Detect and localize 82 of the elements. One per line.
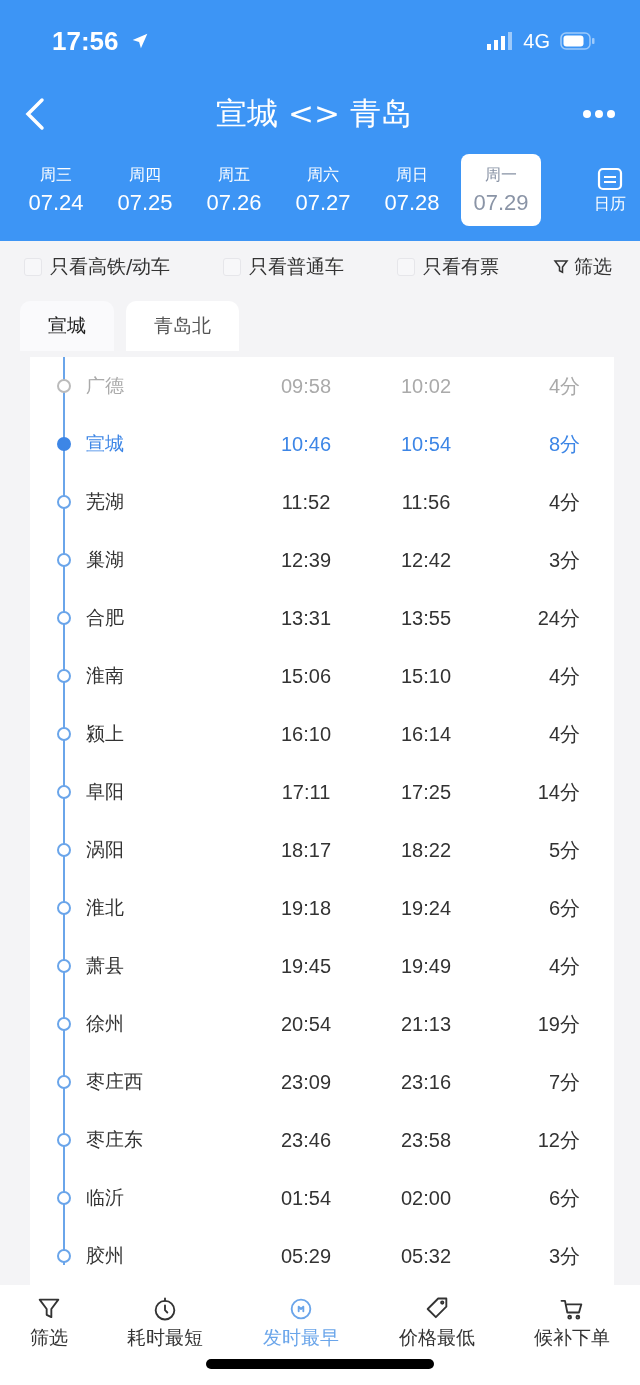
stay-duration: 14分 <box>536 779 581 805</box>
stay-duration: 19分 <box>536 1011 581 1037</box>
station-name: 徐州 <box>86 1011 125 1037</box>
station-name: 广德 <box>86 373 125 399</box>
arrive-time: 19:45 <box>279 954 333 978</box>
more-button[interactable] <box>582 109 616 119</box>
stay-duration: 24分 <box>536 605 581 631</box>
depart-time: 10:02 <box>399 374 453 398</box>
sort-tab[interactable]: 耗时最短 <box>127 1295 204 1352</box>
depart-time: 11:56 <box>400 490 452 514</box>
stay-duration: 6分 <box>547 895 581 921</box>
depart-time: 19:49 <box>399 954 453 978</box>
arrive-time: 23:09 <box>279 1070 333 1094</box>
filter-button[interactable]: 筛选 <box>552 254 612 281</box>
arrive-time: 15:06 <box>279 664 333 688</box>
stay-duration: 5分 <box>547 837 581 863</box>
arrive-time: 12:39 <box>279 548 333 572</box>
arrive-time: 23:46 <box>279 1128 333 1152</box>
stay-duration: 3分 <box>547 547 581 573</box>
station-name: 淮北 <box>86 895 125 921</box>
battery-icon <box>560 31 596 51</box>
station-tab[interactable]: 青岛北 <box>126 301 239 352</box>
station-name: 合肥 <box>86 605 125 631</box>
station-name: 枣庄西 <box>86 1069 144 1095</box>
filter-checkbox[interactable]: 只看有票 <box>397 254 500 281</box>
stay-duration: 12分 <box>536 1127 581 1153</box>
stay-duration: 4分 <box>547 663 581 689</box>
station-name: 阜阳 <box>86 779 125 805</box>
arrive-time: 16:10 <box>279 722 333 746</box>
arrive-time: 09:58 <box>279 374 333 398</box>
depart-time: 05:32 <box>399 1244 453 1268</box>
station-name: 芜湖 <box>86 489 125 515</box>
stay-duration: 3分 <box>547 1243 581 1269</box>
stay-duration: 6分 <box>547 1185 581 1211</box>
arrive-time: 19:18 <box>279 896 333 920</box>
stay-duration: 4分 <box>547 373 581 399</box>
signal-icon <box>487 32 514 50</box>
sort-tab[interactable]: 价格最低 <box>398 1295 475 1352</box>
depart-time: 23:58 <box>399 1128 453 1152</box>
arrive-time: 11:52 <box>280 490 332 514</box>
stay-duration: 8分 <box>547 431 581 457</box>
depart-time: 12:42 <box>399 548 453 572</box>
station-name: 巢湖 <box>86 547 125 573</box>
arrive-time: 01:54 <box>279 1186 333 1210</box>
station-tab[interactable]: 宣城 <box>20 301 114 352</box>
depart-time: 19:24 <box>399 896 453 920</box>
depart-time: 10:54 <box>399 432 453 456</box>
station-name: 枣庄东 <box>86 1127 144 1153</box>
sort-tab[interactable]: 筛选 <box>29 1295 68 1352</box>
calendar-icon <box>597 165 623 192</box>
depart-time: 21:13 <box>399 1012 453 1036</box>
depart-time: 15:10 <box>399 664 453 688</box>
station-name: 临沂 <box>86 1185 125 1211</box>
depart-time: 18:22 <box>399 838 453 862</box>
arrive-time: 10:46 <box>279 432 333 456</box>
back-button[interactable] <box>24 97 46 131</box>
station-name: 颍上 <box>86 721 125 747</box>
station-name: 宣城 <box>86 431 125 457</box>
station-name: 涡阳 <box>86 837 125 863</box>
arrive-time: 13:31 <box>279 606 333 630</box>
arrive-time: 05:29 <box>279 1244 333 1268</box>
arrive-time: 18:17 <box>279 838 333 862</box>
depart-time: 02:00 <box>399 1186 453 1210</box>
depart-time: 13:55 <box>399 606 453 630</box>
status-time: 17:56 <box>52 25 119 57</box>
depart-time: 23:16 <box>399 1070 453 1094</box>
arrive-time: 20:54 <box>279 1012 333 1036</box>
stay-duration: 4分 <box>547 721 581 747</box>
station-name: 胶州 <box>86 1243 125 1269</box>
filter-checkbox[interactable]: 只看普通车 <box>223 254 345 281</box>
stay-duration: 4分 <box>547 489 581 515</box>
network-label: 4G <box>523 29 550 53</box>
stay-duration: 4分 <box>547 953 581 979</box>
route-title: 宣城 <> 青岛 <box>216 94 412 133</box>
stay-duration: 7分 <box>547 1069 581 1095</box>
depart-time: 16:14 <box>399 722 453 746</box>
station-name: 萧县 <box>86 953 125 979</box>
filter-checkbox[interactable]: 只看高铁/动车 <box>24 254 171 281</box>
depart-time: 17:25 <box>399 780 453 804</box>
arrive-time: 17:11 <box>280 780 332 804</box>
station-name: 淮南 <box>86 663 125 689</box>
sort-tab[interactable]: 候补下单 <box>534 1295 611 1352</box>
